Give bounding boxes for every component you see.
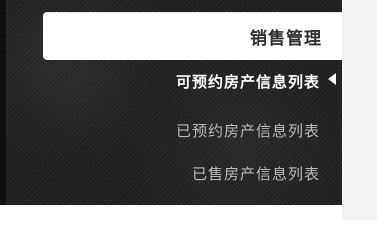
sidebar-item-label: 已预约房产信息列表 [175, 121, 320, 140]
sidebar-left-rule [0, 0, 6, 205]
section-header-sales-management[interactable]: 销售管理 [43, 12, 342, 60]
sidebar-item-reserved-properties[interactable]: 已预约房产信息列表 [176, 116, 320, 144]
section-title: 销售管理 [250, 28, 322, 49]
sidebar-item-label: 可预约房产信息列表 [175, 72, 320, 91]
sidebar: 销售管理 可预约房产信息列表 已预约房产信息列表 已售房产信息列表 [0, 0, 342, 205]
active-indicator-icon [328, 73, 336, 85]
content-edge [342, 0, 377, 220]
sidebar-item-available-properties[interactable]: 可预约房产信息列表 [176, 67, 320, 95]
sidebar-item-sold-properties[interactable]: 已售房产信息列表 [192, 159, 320, 187]
sidebar-item-label: 已售房产信息列表 [191, 164, 320, 183]
